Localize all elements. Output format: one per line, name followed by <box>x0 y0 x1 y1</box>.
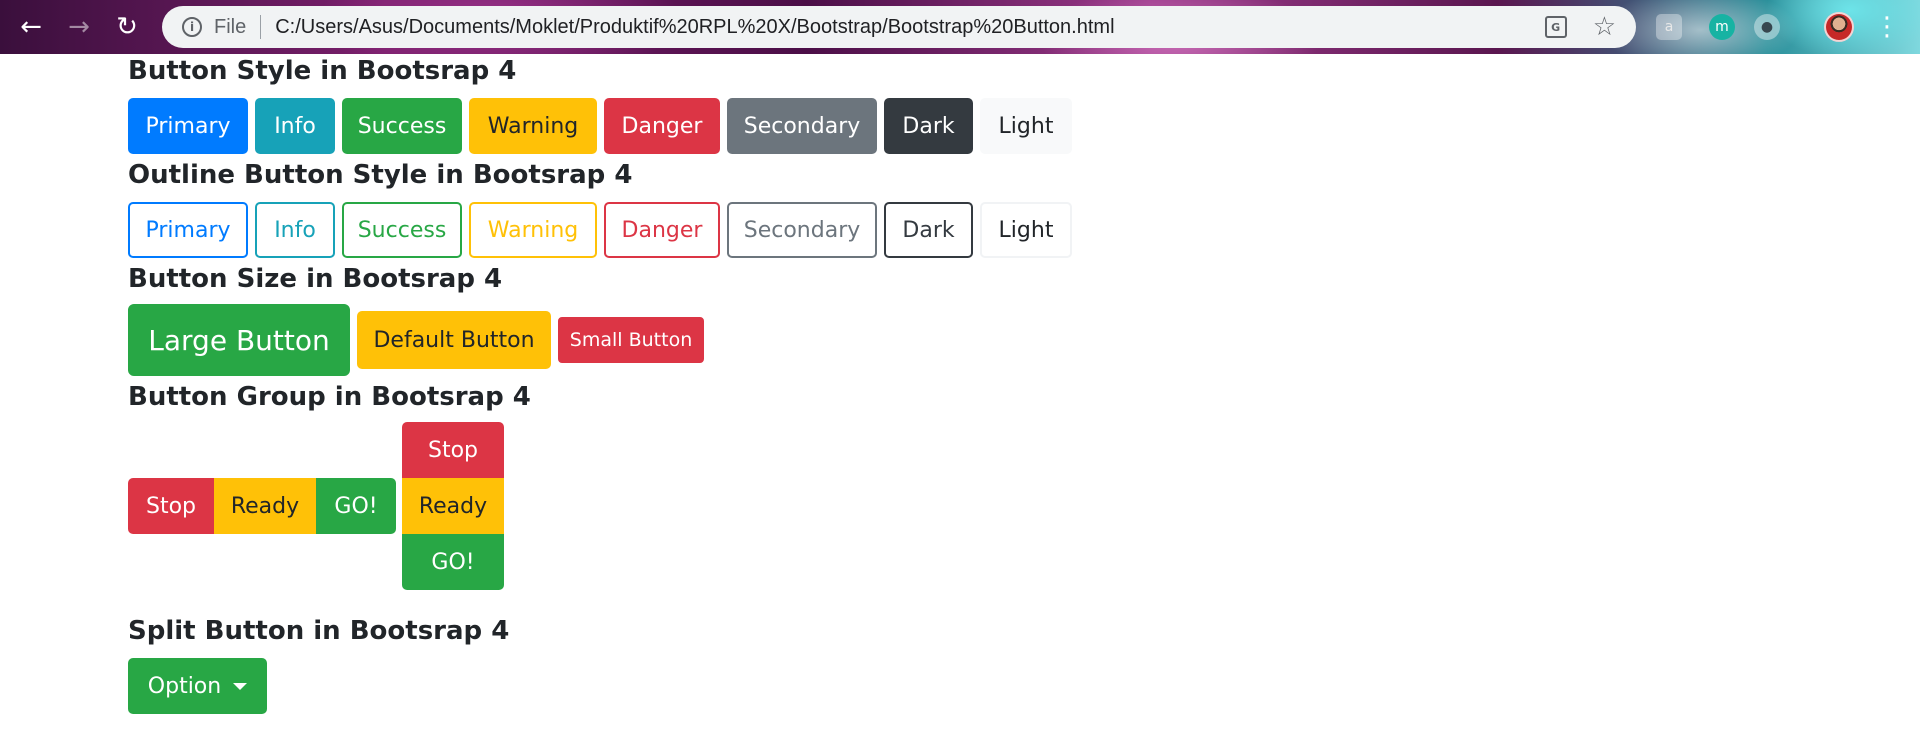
default-button[interactable]: Default Button <box>357 311 551 369</box>
group-stop-button[interactable]: Stop <box>128 478 214 534</box>
small-button[interactable]: Small Button <box>558 317 704 363</box>
outline-info-button[interactable]: Info <box>255 202 335 258</box>
file-label: File <box>214 15 247 38</box>
group-go-button[interactable]: GO! <box>316 478 396 534</box>
dark-button[interactable]: Dark <box>884 98 973 154</box>
vertical-ready-button[interactable]: Ready <box>402 478 504 534</box>
info-icon[interactable]: i <box>182 17 202 37</box>
reload-icon[interactable]: ↻ <box>110 10 144 44</box>
extension-a-icon[interactable]: a <box>1656 14 1682 40</box>
vertical-stop-button[interactable]: Stop <box>402 422 504 478</box>
button-group-heading: Button Group in Bootsrap 4 <box>128 382 531 412</box>
button-style-row: Primary Info Success Warning Danger Seco… <box>128 98 1828 154</box>
translate-icon[interactable]: G <box>1544 16 1567 38</box>
back-arrow-icon[interactable]: ← <box>14 10 48 44</box>
url-text[interactable]: C:/Users/Asus/Documents/Moklet/Produktif… <box>275 16 1114 39</box>
address-bar[interactable]: i File C:/Users/Asus/Documents/Moklet/Pr… <box>162 6 1636 48</box>
vertical-button-group: Stop Ready GO! <box>402 422 504 590</box>
primary-button[interactable]: Primary <box>128 98 248 154</box>
warning-button[interactable]: Warning <box>469 98 597 154</box>
outline-style-heading: Outline Button Style in Bootsrap 4 <box>128 160 633 190</box>
button-style-heading: Button Style in Bootsrap 4 <box>128 56 517 86</box>
outline-secondary-button[interactable]: Secondary <box>727 202 877 258</box>
outline-danger-button[interactable]: Danger <box>604 202 720 258</box>
outline-warning-button[interactable]: Warning <box>469 202 597 258</box>
outline-style-row: Primary Info Success Warning Danger Seco… <box>128 202 1828 258</box>
address-separator <box>260 15 262 39</box>
option-dropdown-button[interactable]: Option <box>128 658 267 714</box>
button-group-area: Stop Ready GO! Stop Ready GO! <box>128 422 1828 606</box>
group-ready-button[interactable]: Ready <box>214 478 316 534</box>
button-size-row: Large Button Default Button Small Button <box>128 304 1828 376</box>
horizontal-button-group: Stop Ready GO! <box>128 478 396 534</box>
profile-avatar[interactable] <box>1824 12 1854 42</box>
secondary-button[interactable]: Secondary <box>727 98 877 154</box>
option-label: Option <box>147 673 222 699</box>
info-button[interactable]: Info <box>255 98 335 154</box>
extension-bulb-icon[interactable]: ● <box>1754 14 1780 40</box>
success-button[interactable]: Success <box>342 98 462 154</box>
vertical-go-button[interactable]: GO! <box>402 534 504 590</box>
light-button[interactable]: Light <box>980 98 1072 154</box>
button-size-heading: Button Size in Bootsrap 4 <box>128 264 503 294</box>
menu-more-icon[interactable]: ⋮ <box>1874 10 1900 44</box>
outline-light-button[interactable]: Light <box>980 202 1072 258</box>
split-button-row: Option <box>128 658 1828 714</box>
outline-primary-button[interactable]: Primary <box>128 202 248 258</box>
page-content: Button Style in Bootsrap 4 Primary Info … <box>128 54 1828 714</box>
split-button-heading: Split Button in Bootsrap 4 <box>128 616 510 646</box>
forward-arrow-icon[interactable]: → <box>62 10 96 44</box>
danger-button[interactable]: Danger <box>604 98 720 154</box>
extension-m-icon[interactable]: m <box>1709 14 1735 40</box>
outline-dark-button[interactable]: Dark <box>884 202 973 258</box>
bookmark-star-icon[interactable]: ☆ <box>1593 14 1616 40</box>
browser-toolbar: ← → ↻ i File C:/Users/Asus/Documents/Mok… <box>0 0 1920 54</box>
caret-down-icon <box>233 682 248 690</box>
large-button[interactable]: Large Button <box>128 304 350 376</box>
outline-success-button[interactable]: Success <box>342 202 462 258</box>
